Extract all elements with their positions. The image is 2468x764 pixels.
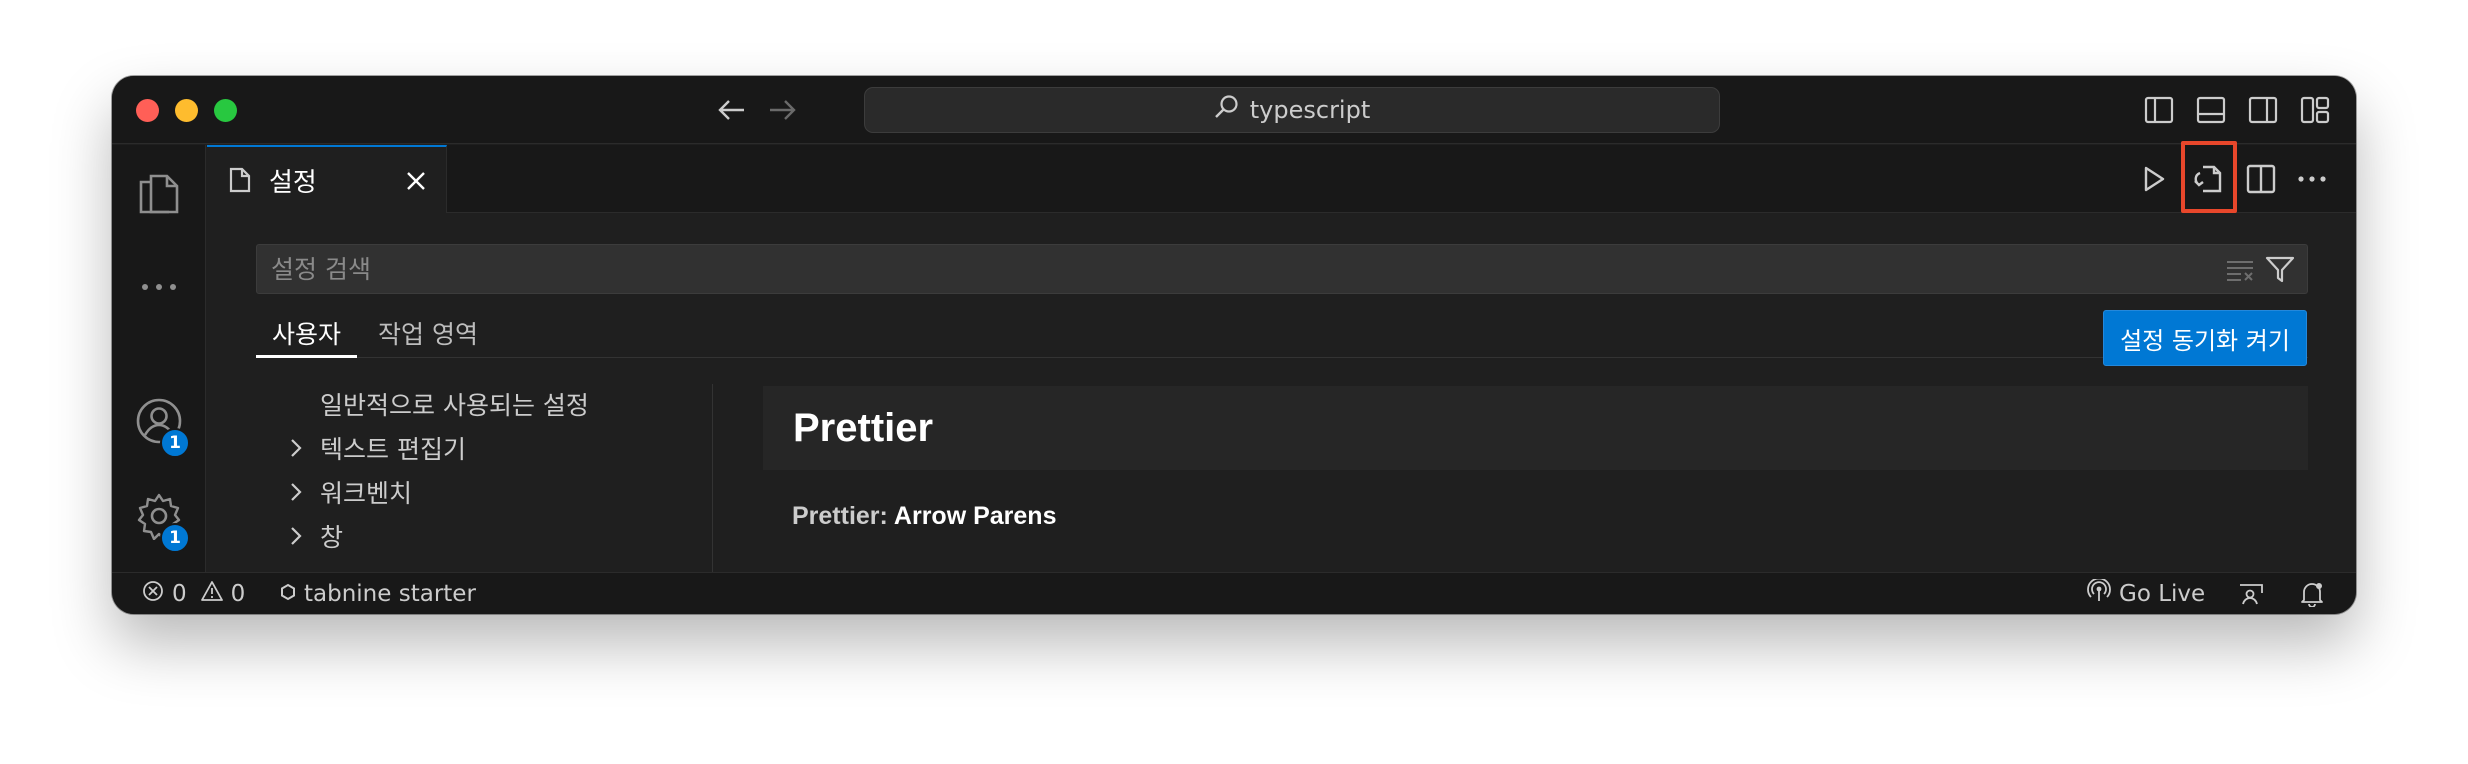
warning-icon <box>200 580 223 608</box>
setting-name: Arrow Parens <box>893 502 1057 530</box>
run-play-icon[interactable] <box>2136 161 2172 197</box>
editor-tab-bar: 설정 <box>207 145 2356 213</box>
forward-arrow-icon[interactable] <box>762 90 802 130</box>
toggle-secondary-sidebar-icon[interactable] <box>2246 93 2280 127</box>
manage-badge: 1 <box>160 523 190 553</box>
tab-label: 설정 <box>269 167 317 198</box>
command-center-search[interactable]: typescript <box>864 87 1720 133</box>
error-icon <box>142 580 164 608</box>
minimize-window-button[interactable] <box>175 99 198 122</box>
chevron-right-icon <box>286 482 306 502</box>
back-arrow-icon[interactable] <box>712 90 752 130</box>
problems-status[interactable]: 0 0 <box>142 573 245 614</box>
settings-table-of-contents: 일반적으로 사용되는 설정 텍스트 편집기 워크벤치 창 <box>256 384 716 573</box>
warning-count: 0 <box>230 580 246 607</box>
go-live-label: Go Live <box>2119 580 2206 607</box>
toc-item[interactable]: 일반적으로 사용되는 설정 <box>256 384 589 424</box>
broadcast-icon <box>2087 577 2111 609</box>
tabnine-icon <box>280 581 296 607</box>
settings-scope-tabs: 사용자 작업 영역 <box>256 314 2308 358</box>
explorer-icon[interactable] <box>134 167 184 217</box>
tabnine-status[interactable]: tabnine starter <box>280 573 476 614</box>
settings-section-header: Prettier <box>763 386 2308 470</box>
turn-on-settings-sync-button[interactable]: 설정 동기화 켜기 <box>2103 310 2307 366</box>
maximize-window-button[interactable] <box>214 99 237 122</box>
toc-item[interactable]: 창 <box>256 516 343 556</box>
toc-item-label: 일반적으로 사용되는 설정 <box>320 391 589 420</box>
search-icon <box>1214 94 1240 126</box>
status-bar: 0 0 tabnine starter Go Live <box>112 572 2356 614</box>
clear-filter-icon[interactable] <box>2223 253 2257 287</box>
go-live-status[interactable]: Go Live <box>2087 573 2205 614</box>
toc-item-label: 창 <box>320 523 344 552</box>
more-actions-icon[interactable] <box>2294 161 2330 197</box>
activity-bar: 1 1 <box>112 145 206 573</box>
tab-workspace[interactable]: 작업 영역 <box>362 314 494 358</box>
accounts-badge: 1 <box>160 428 190 458</box>
file-icon <box>229 166 253 194</box>
toc-item-label: 워크벤치 <box>320 479 413 508</box>
close-icon[interactable] <box>402 167 430 195</box>
toc-item-label: 텍스트 편집기 <box>320 435 466 464</box>
settings-editor: 사용자 작업 영역 설정 동기화 켜기 일반적으로 사용되는 설정 텍스트 편집… <box>207 214 2356 573</box>
setting-category: Prettier: <box>792 502 888 530</box>
error-count: 0 <box>172 580 187 607</box>
toc-item[interactable]: 텍스트 편집기 <box>256 428 466 468</box>
vscode-window: typescript 1 1 설정 설정 검색 사용자 작업 영역 설정 동기화… <box>112 76 2356 614</box>
tab-user[interactable]: 사용자 <box>256 314 358 358</box>
open-settings-json-icon[interactable] <box>2189 161 2225 197</box>
command-center-text: typescript <box>1249 96 1371 124</box>
settings-search-input[interactable] <box>257 245 2157 293</box>
tabnine-label: tabnine starter <box>304 580 476 607</box>
filter-icon[interactable] <box>2263 253 2297 287</box>
title-bar: typescript <box>112 76 2356 144</box>
notifications-bell-icon[interactable] <box>2300 573 2324 614</box>
section-title: Prettier <box>793 405 934 450</box>
toggle-primary-sidebar-icon[interactable] <box>2142 93 2176 127</box>
more-views-icon[interactable] <box>134 262 184 312</box>
tab-settings[interactable]: 설정 <box>207 145 447 213</box>
feedback-icon[interactable] <box>2238 573 2264 614</box>
chevron-right-icon <box>286 526 306 546</box>
split-editor-icon[interactable] <box>2243 161 2279 197</box>
settings-search-box <box>256 244 2308 294</box>
customize-layout-icon[interactable] <box>2298 93 2332 127</box>
toc-item[interactable]: 워크벤치 <box>256 472 412 512</box>
setting-title: Prettier: Arrow Parens <box>792 502 1056 531</box>
toc-divider[interactable] <box>712 384 713 573</box>
chevron-right-icon <box>286 438 306 458</box>
toggle-panel-icon[interactable] <box>2194 93 2228 127</box>
close-window-button[interactable] <box>136 99 159 122</box>
